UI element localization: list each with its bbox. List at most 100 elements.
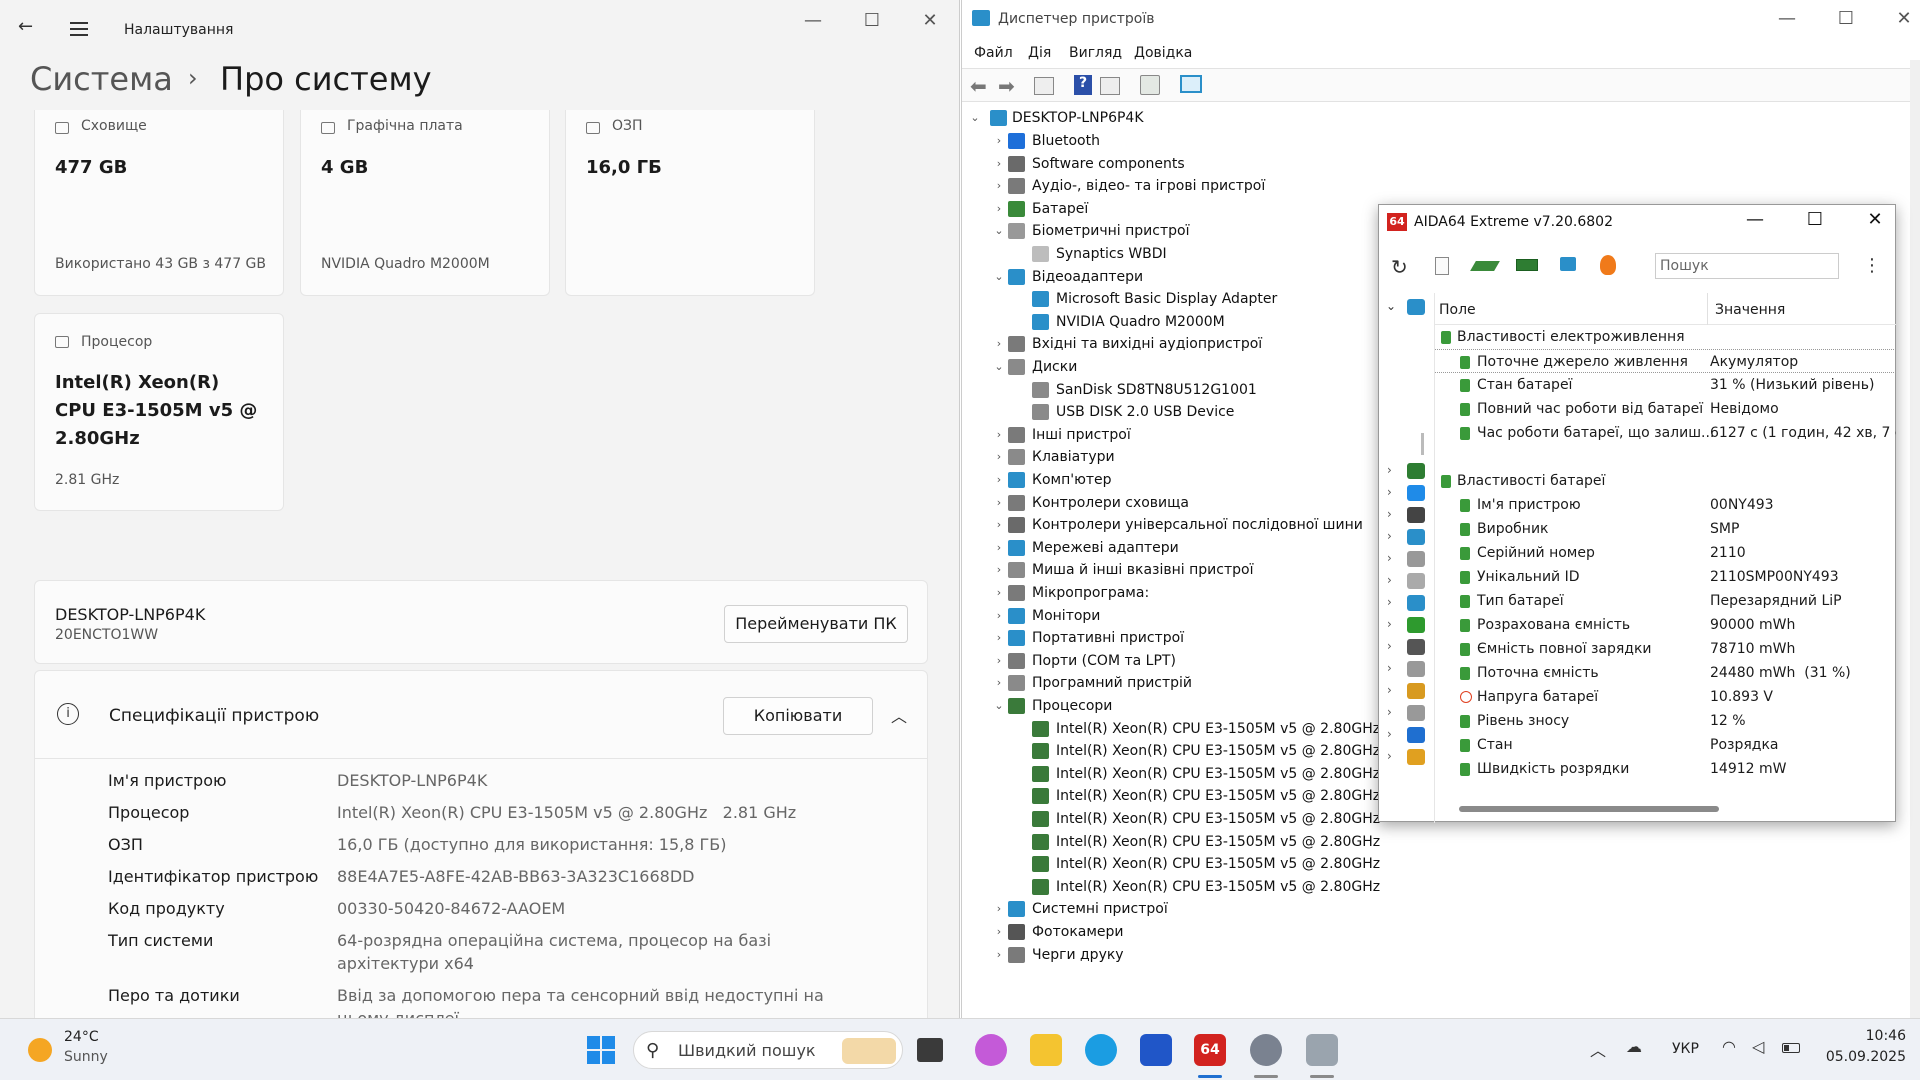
weather-temp[interactable]: 24°C (64, 1029, 99, 1045)
table-row[interactable]: Швидкість розрядки 14912 mW (1435, 757, 1896, 781)
table-row[interactable]: Повний час роботи від батареї Невідомо (1435, 397, 1896, 421)
tree-category[interactable]: › Bluetooth (992, 130, 1612, 152)
table-row[interactable]: Поточне джерело живлення Акумулятор (1435, 349, 1896, 373)
start-button[interactable] (585, 1034, 617, 1066)
chevron-right-icon[interactable]: › (1387, 683, 1392, 697)
chevron-right-icon[interactable]: › (1387, 507, 1392, 521)
table-row[interactable]: Серійний номер 2110 (1435, 541, 1896, 565)
battery-icon[interactable] (1782, 1043, 1800, 1053)
chevron-right-icon[interactable]: › (992, 514, 1006, 536)
volume-icon[interactable]: ◁ (1752, 1037, 1764, 1056)
rename-pc-button[interactable]: Перейменувати ПК (724, 605, 908, 643)
tree-device[interactable]: Intel(R) Xeon(R) CPU E3-1505M v5 @ 2.80G… (1016, 853, 1636, 875)
scan-hardware-icon[interactable] (1140, 75, 1160, 95)
specs-header[interactable]: i Специфікації пристрою Копіювати ︿ (34, 670, 928, 760)
breadcrumb-parent[interactable]: Система (30, 60, 173, 98)
memory-icon[interactable] (1516, 259, 1538, 271)
maximize-icon[interactable]: ☐ (1826, 8, 1866, 29)
chevron-right-icon[interactable]: › (1387, 551, 1392, 565)
minimize-icon[interactable]: — (1767, 8, 1807, 29)
chevron-right-icon[interactable]: › (992, 921, 1006, 943)
chevron-down-icon[interactable]: ⌄ (992, 695, 1006, 717)
network-icon[interactable] (1560, 257, 1576, 271)
weather-condition[interactable]: Sunny (64, 1049, 108, 1065)
chevron-down-icon[interactable]: ⌄ (992, 266, 1006, 288)
nav-category-icon[interactable] (1407, 485, 1425, 501)
tree-category[interactable]: › Системні пристрої (992, 898, 1612, 920)
splitter-grip[interactable] (1421, 433, 1424, 455)
section-header[interactable]: Властивості електроживлення (1435, 325, 1896, 349)
chevron-up-icon[interactable]: ︿ (891, 703, 907, 727)
motherboard-icon[interactable] (1470, 261, 1500, 271)
scrollbar[interactable] (1910, 60, 1920, 1018)
chevron-right-icon[interactable]: › (992, 898, 1006, 920)
maximize-icon[interactable]: ☐ (852, 10, 892, 31)
table-row[interactable]: Ім'я пристрою 00NY493 (1435, 493, 1896, 517)
chevron-right-icon[interactable]: › (1387, 463, 1392, 477)
table-row[interactable]: Поточна ємність 24480 mWh (31 %) (1435, 661, 1896, 685)
chevron-right-icon[interactable]: › (992, 153, 1006, 175)
more-options-icon[interactable]: ⋮ (1863, 255, 1881, 276)
help-icon[interactable]: ? (1074, 75, 1092, 95)
chevron-right-icon[interactable]: › (992, 650, 1006, 672)
search-input[interactable]: Пошук (1655, 253, 1839, 279)
nav-category-icon[interactable] (1407, 551, 1425, 567)
clock-date[interactable]: 05.09.2025 (1816, 1049, 1906, 1065)
menu-view[interactable]: Вигляд (1069, 45, 1122, 61)
chevron-right-icon[interactable]: › (992, 627, 1006, 649)
properties-icon[interactable] (1034, 77, 1054, 95)
chevron-right-icon[interactable]: › (1387, 749, 1392, 763)
file-explorer-icon[interactable] (1030, 1034, 1062, 1066)
taskbar-search[interactable]: ⚲ Швидкий пошук (633, 1031, 903, 1069)
chevron-down-icon[interactable]: ⌄ (992, 356, 1006, 378)
task-view-icon[interactable] (917, 1038, 943, 1062)
wifi-icon[interactable]: ◠ (1722, 1037, 1736, 1056)
back-icon[interactable]: ← (18, 16, 33, 37)
minimize-icon[interactable]: — (1735, 209, 1775, 230)
nav-category-icon[interactable] (1407, 507, 1425, 523)
col-divider[interactable] (1707, 293, 1708, 325)
menu-file[interactable]: Файл (974, 45, 1013, 61)
copy-button[interactable]: Копіювати (723, 697, 873, 735)
nav-category-icon[interactable] (1407, 749, 1425, 765)
table-row[interactable]: Виробник SMP (1435, 517, 1896, 541)
device-manager-taskbar-icon[interactable] (1306, 1034, 1338, 1066)
chevron-right-icon[interactable]: › (992, 944, 1006, 966)
tree-device[interactable]: Intel(R) Xeon(R) CPU E3-1505M v5 @ 2.80G… (1016, 831, 1636, 853)
chevron-right-icon[interactable]: › (1387, 485, 1392, 499)
chevron-right-icon[interactable]: › (1387, 573, 1392, 587)
chevron-right-icon[interactable]: › (992, 175, 1006, 197)
back-arrow-icon[interactable]: ⬅ (970, 74, 987, 98)
chevron-right-icon[interactable]: › (992, 537, 1006, 559)
chevron-down-icon[interactable]: ⌄ (992, 220, 1006, 242)
chevron-right-icon[interactable]: › (992, 424, 1006, 446)
chevron-right-icon[interactable]: › (992, 672, 1006, 694)
nav-category-icon[interactable] (1407, 595, 1425, 611)
chevron-right-icon[interactable]: › (1387, 705, 1392, 719)
table-row[interactable]: Унікальний ID 2110SMP00NY493 (1435, 565, 1896, 589)
table-row[interactable]: Ємність повної зарядки 78710 mWh (1435, 637, 1896, 661)
refresh-icon[interactable]: ↻ (1391, 255, 1408, 279)
nav-category-icon[interactable] (1407, 705, 1425, 721)
edge-icon[interactable] (1085, 1034, 1117, 1066)
weather-sun-icon[interactable] (28, 1038, 52, 1062)
flame-icon[interactable] (1600, 255, 1616, 275)
maximize-icon[interactable]: ☐ (1795, 209, 1835, 230)
copilot-icon[interactable] (975, 1034, 1007, 1066)
nav-category-icon[interactable] (1407, 529, 1425, 545)
chevron-down-icon[interactable]: ⌄ (968, 107, 982, 129)
tree-device[interactable]: Intel(R) Xeon(R) CPU E3-1505M v5 @ 2.80G… (1016, 876, 1636, 898)
horizontal-scrollbar[interactable] (1459, 806, 1719, 812)
view-icon[interactable] (1100, 77, 1120, 95)
store-icon[interactable] (1140, 1034, 1172, 1066)
table-row[interactable]: Стан Розрядка (1435, 733, 1896, 757)
settings-gear-icon[interactable] (1250, 1034, 1282, 1066)
nav-category-icon[interactable] (1407, 683, 1425, 699)
chevron-right-icon[interactable]: › (992, 446, 1006, 468)
table-row[interactable]: Тип батареї Перезарядний LiP (1435, 589, 1896, 613)
close-icon[interactable]: ✕ (1855, 209, 1895, 230)
nav-category-icon[interactable] (1407, 639, 1425, 655)
chevron-right-icon[interactable]: › (1387, 617, 1392, 631)
chevron-right-icon[interactable]: › (992, 333, 1006, 355)
tree-category[interactable]: › Черги друку (992, 944, 1612, 966)
